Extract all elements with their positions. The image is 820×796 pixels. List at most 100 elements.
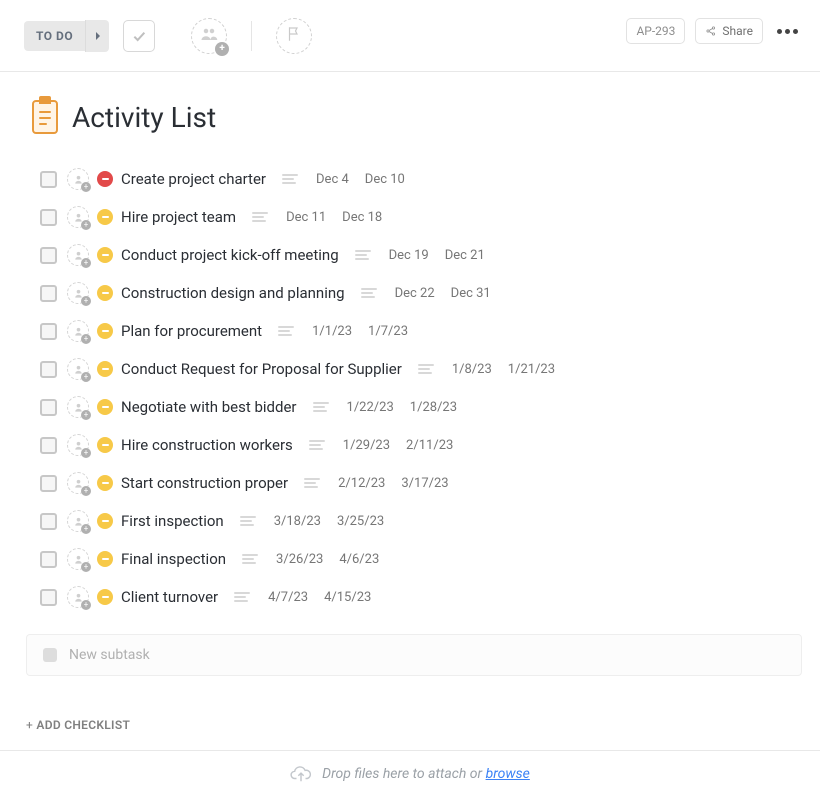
assign-button[interactable]: + xyxy=(67,586,89,608)
mark-complete-button[interactable] xyxy=(123,20,155,52)
task-end-date[interactable]: Dec 10 xyxy=(365,172,405,187)
status-dropdown-caret[interactable] xyxy=(85,20,109,52)
task-end-date[interactable]: 4/15/23 xyxy=(324,590,371,605)
ticket-id-badge[interactable]: AP-293 xyxy=(626,18,685,44)
description-icon[interactable] xyxy=(278,324,296,338)
assign-button[interactable]: + xyxy=(67,472,89,494)
add-checklist-button[interactable]: ADD CHECKLIST xyxy=(26,718,802,732)
task-checkbox[interactable] xyxy=(40,513,57,530)
priority-badge[interactable] xyxy=(97,209,113,225)
priority-badge[interactable] xyxy=(97,475,113,491)
task-checkbox[interactable] xyxy=(40,209,57,226)
set-priority-button[interactable] xyxy=(276,18,312,54)
assign-button[interactable]: + xyxy=(67,168,89,190)
status-button[interactable]: TO DO xyxy=(24,20,109,52)
task-row[interactable]: +First inspection3/18/233/25/23 xyxy=(26,502,802,540)
priority-badge[interactable] xyxy=(97,513,113,529)
task-start-date[interactable]: 4/7/23 xyxy=(268,590,308,605)
task-checkbox[interactable] xyxy=(40,171,57,188)
task-name[interactable]: Construction design and planning xyxy=(121,284,345,302)
task-end-date[interactable]: Dec 21 xyxy=(445,248,485,263)
task-start-date[interactable]: 3/18/23 xyxy=(274,514,321,529)
task-start-date[interactable]: 2/12/23 xyxy=(338,476,385,491)
description-icon[interactable] xyxy=(282,172,300,186)
task-start-date[interactable]: 3/26/23 xyxy=(276,552,323,567)
task-start-date[interactable]: 1/22/23 xyxy=(347,400,394,415)
add-assignee-button[interactable]: + xyxy=(191,18,227,54)
task-checkbox[interactable] xyxy=(40,551,57,568)
page-title[interactable]: Activity List xyxy=(72,101,216,134)
assign-button[interactable]: + xyxy=(67,244,89,266)
task-name[interactable]: First inspection xyxy=(121,512,224,530)
task-name[interactable]: Final inspection xyxy=(121,550,226,568)
attachment-dropzone[interactable]: Drop files here to attach or browse xyxy=(0,750,820,796)
assign-button[interactable]: + xyxy=(67,320,89,342)
more-menu-button[interactable] xyxy=(773,29,802,34)
description-icon[interactable] xyxy=(234,590,252,604)
priority-badge[interactable] xyxy=(97,361,113,377)
task-end-date[interactable]: 2/11/23 xyxy=(406,438,453,453)
task-name[interactable]: Create project charter xyxy=(121,170,266,188)
assign-button[interactable]: + xyxy=(67,206,89,228)
task-name[interactable]: Negotiate with best bidder xyxy=(121,398,297,416)
task-row[interactable]: + Hire project team Dec 11 Dec 18 xyxy=(26,198,802,236)
assign-button[interactable]: + xyxy=(67,396,89,418)
task-checkbox[interactable] xyxy=(40,437,57,454)
priority-badge[interactable] xyxy=(97,323,113,339)
task-checkbox[interactable] xyxy=(40,399,57,416)
task-checkbox[interactable] xyxy=(40,285,57,302)
task-row[interactable]: +Construction design and planningDec 22D… xyxy=(26,274,802,312)
task-row[interactable]: + Plan for procurement 1/1/23 1/7/23 xyxy=(26,312,802,350)
task-start-date[interactable]: 1/1/23 xyxy=(312,324,352,339)
description-icon[interactable] xyxy=(361,286,379,300)
task-end-date[interactable]: Dec 18 xyxy=(342,210,382,225)
description-icon[interactable] xyxy=(418,362,436,376)
task-end-date[interactable]: 4/6/23 xyxy=(339,552,379,567)
task-row[interactable]: + Hire construction workers 1/29/23 2/11/23 xyxy=(26,426,802,464)
description-icon[interactable] xyxy=(252,210,270,224)
browse-link[interactable]: browse xyxy=(486,766,530,782)
task-name[interactable]: Plan for procurement xyxy=(121,322,262,340)
task-name[interactable]: Hire project team xyxy=(121,208,236,226)
description-icon[interactable] xyxy=(309,438,327,452)
task-row[interactable]: + Client turnover 4/7/23 4/15/23 xyxy=(26,578,802,616)
new-subtask-input[interactable]: New subtask xyxy=(26,634,802,676)
task-row[interactable]: + Conduct project kick-off meeting Dec 19 D… xyxy=(26,236,802,274)
task-start-date[interactable]: Dec 11 xyxy=(286,210,326,225)
task-start-date[interactable]: Dec 4 xyxy=(316,172,349,187)
description-icon[interactable] xyxy=(355,248,373,262)
task-end-date[interactable]: 1/28/23 xyxy=(410,400,457,415)
priority-badge[interactable] xyxy=(97,551,113,567)
task-start-date[interactable]: 1/8/23 xyxy=(452,362,492,377)
task-row[interactable]: +Conduct Request for Proposal for Suppli… xyxy=(26,350,802,388)
task-end-date[interactable]: 1/7/23 xyxy=(368,324,408,339)
task-start-date[interactable]: 1/29/23 xyxy=(343,438,390,453)
task-name[interactable]: Client turnover xyxy=(121,588,218,606)
description-icon[interactable] xyxy=(242,552,260,566)
priority-badge[interactable] xyxy=(97,171,113,187)
task-name[interactable]: Conduct project kick-off meeting xyxy=(121,246,339,264)
task-start-date[interactable]: Dec 19 xyxy=(389,248,429,263)
priority-badge[interactable] xyxy=(97,247,113,263)
task-end-date[interactable]: 3/17/23 xyxy=(401,476,448,491)
task-name[interactable]: Hire construction workers xyxy=(121,436,293,454)
description-icon[interactable] xyxy=(313,400,331,414)
task-checkbox[interactable] xyxy=(40,361,57,378)
priority-badge[interactable] xyxy=(97,399,113,415)
task-checkbox[interactable] xyxy=(40,589,57,606)
priority-badge[interactable] xyxy=(97,589,113,605)
task-row[interactable]: + Create project charter Dec 4 Dec 10 xyxy=(26,160,802,198)
task-end-date[interactable]: 1/21/23 xyxy=(508,362,555,377)
task-row[interactable]: + Negotiate with best bidder 1/22/23 1/28/2… xyxy=(26,388,802,426)
task-checkbox[interactable] xyxy=(40,475,57,492)
description-icon[interactable] xyxy=(240,514,258,528)
task-checkbox[interactable] xyxy=(40,323,57,340)
task-name[interactable]: Start construction proper xyxy=(121,474,288,492)
share-button[interactable]: Share xyxy=(695,18,763,44)
assign-button[interactable]: + xyxy=(67,510,89,532)
task-checkbox[interactable] xyxy=(40,247,57,264)
priority-badge[interactable] xyxy=(97,437,113,453)
priority-badge[interactable] xyxy=(97,285,113,301)
task-end-date[interactable]: Dec 31 xyxy=(451,286,491,301)
assign-button[interactable]: + xyxy=(67,434,89,456)
